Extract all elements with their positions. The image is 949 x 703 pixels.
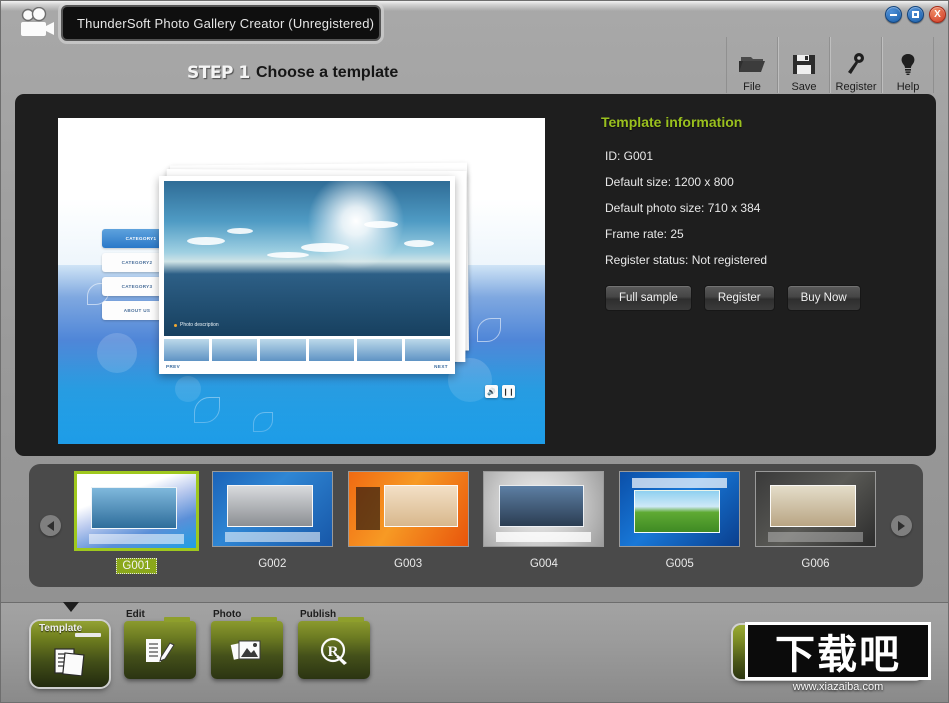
template-thumbnail-g001[interactable]: G001: [70, 471, 203, 581]
bottom-navigation-bar: Template: [1, 602, 948, 702]
window-title-plate: ThunderSoft Photo Gallery Creator (Unreg…: [61, 5, 381, 41]
toolbar-register-label: Register: [836, 81, 877, 93]
documents-icon: [50, 644, 90, 678]
thumbnail-label: G003: [389, 557, 427, 571]
step-button-publish[interactable]: Publish R: [298, 621, 370, 679]
preview-thumb: [309, 339, 354, 361]
close-button[interactable]: X: [929, 6, 946, 23]
preview-thumb: [357, 339, 402, 361]
toolbar-save-button[interactable]: Save: [778, 37, 830, 93]
preview-thumb: [212, 339, 257, 361]
thumbnail-image: [212, 471, 333, 547]
toolbar-file-button[interactable]: File: [726, 37, 778, 93]
step-button-template[interactable]: Template: [31, 621, 109, 687]
toolbar-file-label: File: [743, 81, 761, 93]
workflow-steps: Template: [31, 621, 370, 687]
template-id: ID: G001: [601, 149, 921, 163]
step-button-photo[interactable]: Photo: [211, 621, 283, 679]
thumbnail-label: G001: [116, 558, 156, 574]
scroll-left-icon[interactable]: [40, 515, 61, 536]
step-label-publish: Publish: [300, 609, 336, 620]
step-nub: [164, 617, 190, 622]
step-button-edit[interactable]: Edit: [124, 621, 196, 679]
photos-icon: [227, 633, 267, 667]
template-thumbnail-g002[interactable]: G002: [206, 471, 339, 581]
thumbnail-image: [483, 471, 604, 547]
window-title: ThunderSoft Photo Gallery Creator (Unreg…: [77, 16, 374, 31]
maximize-button[interactable]: [907, 6, 924, 23]
thumbnail-image: [74, 471, 199, 551]
toolbar-help-button[interactable]: Help: [882, 37, 934, 93]
template-register-status: Register status: Not registered: [601, 253, 921, 267]
template-thumbnail-strip: G001 G002 G003: [29, 464, 923, 587]
video-camera-icon: [15, 7, 59, 41]
preview-playback-controls: 🔊 ❙❙: [485, 385, 515, 398]
toolbar-help-label: Help: [897, 81, 920, 93]
thumbnail-image: [619, 471, 740, 547]
preview-thumb: [260, 339, 305, 361]
preview-next-label: NEXT: [434, 364, 448, 369]
site-watermark: 下载吧 www.xiazaiba.com: [740, 616, 936, 698]
thumbnail-image: [348, 471, 469, 547]
thumbnail-label: G005: [661, 557, 699, 571]
sound-icon: 🔊: [485, 385, 498, 398]
pause-icon: ❙❙: [502, 385, 515, 398]
template-information-panel: Template information ID: G001 Default si…: [601, 114, 921, 311]
floppy-disk-icon: [791, 48, 817, 80]
template-thumbnail-g006[interactable]: G006: [749, 471, 882, 581]
template-information-heading: Template information: [601, 114, 921, 130]
application-window: ThunderSoft Photo Gallery Creator (Unreg…: [0, 0, 949, 703]
thumbnail-label: G004: [525, 557, 563, 571]
preview-desc-text: Photo description: [180, 322, 219, 328]
register-target-icon: R: [314, 633, 354, 667]
preview-desc-bullet: [174, 324, 177, 327]
watermark-text: 下载吧: [745, 622, 931, 680]
preview-main-photo: Photo description: [164, 181, 450, 336]
step-nub: [251, 617, 277, 622]
toolbar: File Save Register: [726, 37, 934, 93]
template-frame-rate: Frame rate: 25: [601, 227, 921, 241]
thumbnail-list: G001 G002 G003: [70, 471, 882, 581]
step-label-edit: Edit: [126, 609, 145, 620]
page-title: Choose a template: [256, 64, 398, 82]
preview-photo-card: Photo description PREV NEXT: [159, 176, 455, 374]
notebook-pencil-icon: [140, 633, 180, 667]
active-step-pointer: [63, 602, 79, 612]
scroll-right-icon[interactable]: [891, 515, 912, 536]
template-default-photo-size: Default photo size: 710 x 384: [601, 201, 921, 215]
main-content-panel: CATEGORY1 CATEGORY2 CATEGORY3 ABOUT US: [15, 94, 936, 456]
thumbnail-label: G002: [253, 557, 291, 571]
preview-thumbnail-row: [164, 339, 450, 361]
toolbar-register-button[interactable]: Register: [830, 37, 882, 93]
step-label-template: Template: [39, 623, 82, 634]
preview-thumb: [405, 339, 450, 361]
buy-now-button[interactable]: Buy Now: [787, 285, 861, 311]
step-number-label: STEP 1: [187, 63, 250, 83]
template-thumbnail-g004[interactable]: G004: [477, 471, 610, 581]
step-nub: [338, 617, 364, 622]
full-sample-button[interactable]: Full sample: [605, 285, 692, 311]
lightbulb-icon: [896, 48, 920, 80]
preview-sun-glow: [301, 181, 411, 276]
key-icon: [844, 48, 868, 80]
watermark-url: www.xiazaiba.com: [793, 681, 883, 693]
preview-pager: PREV NEXT: [164, 364, 450, 369]
minimize-button[interactable]: [885, 6, 902, 23]
register-button[interactable]: Register: [704, 285, 775, 311]
template-preview-image: CATEGORY1 CATEGORY2 CATEGORY3 ABOUT US: [58, 118, 545, 444]
preview-thumb: [164, 339, 209, 361]
thumbnail-label: G006: [796, 557, 834, 571]
folder-icon: [737, 48, 767, 80]
template-thumbnail-g005[interactable]: G005: [613, 471, 746, 581]
title-bar: ThunderSoft Photo Gallery Creator (Unreg…: [1, 1, 948, 31]
thumbnail-image: [755, 471, 876, 547]
template-action-buttons: Full sample Register Buy Now: [601, 285, 921, 311]
template-thumbnail-g003[interactable]: G003: [342, 471, 475, 581]
template-default-size: Default size: 1200 x 800: [601, 175, 921, 189]
preview-photo-description: Photo description: [174, 322, 219, 328]
toolbar-save-label: Save: [791, 81, 816, 93]
preview-prev-label: PREV: [166, 364, 180, 369]
step-label-photo: Photo: [213, 609, 241, 620]
